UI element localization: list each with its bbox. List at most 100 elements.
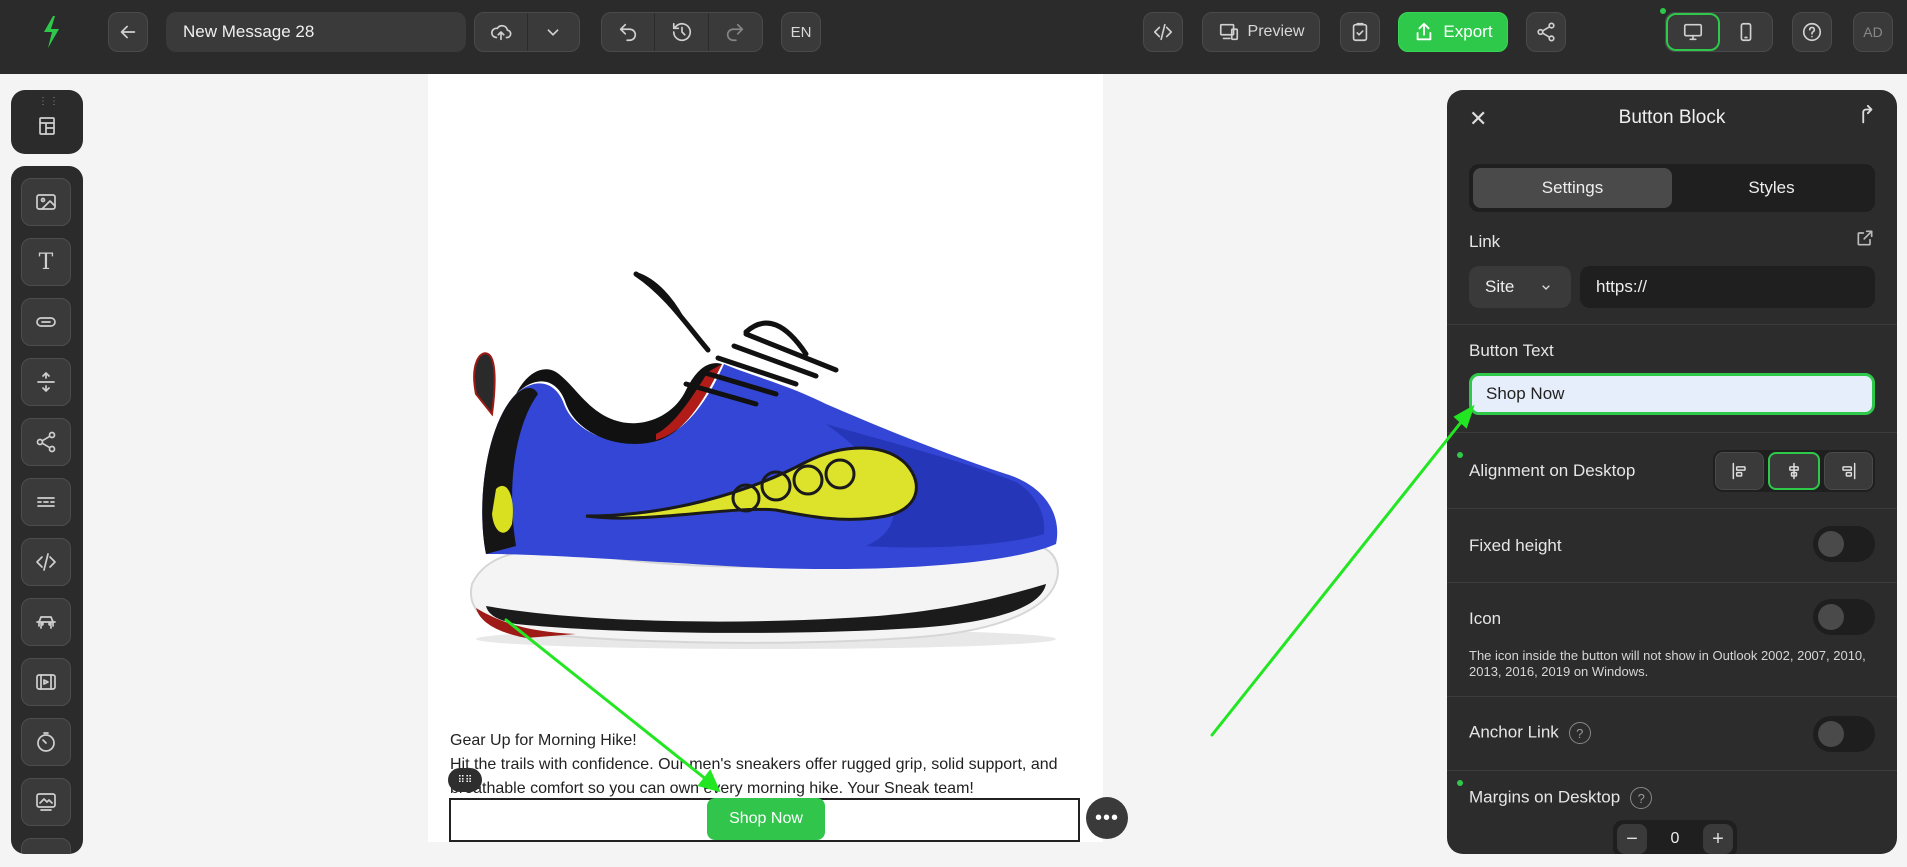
- cloud-upload-icon: [491, 24, 512, 41]
- timer-block-tool[interactable]: [21, 718, 71, 766]
- divider: [1447, 508, 1897, 509]
- divider: [1447, 324, 1897, 325]
- undock-panel-button[interactable]: [1855, 104, 1877, 132]
- banner-block-tool[interactable]: [21, 778, 71, 826]
- close-icon[interactable]: ✕: [1469, 106, 1487, 132]
- top-bar: New Message 28 EN Preview Export AD: [0, 0, 1907, 74]
- back-button[interactable]: [108, 12, 148, 52]
- alignment-selector: [1713, 450, 1875, 492]
- redo-button[interactable]: [709, 13, 762, 51]
- tab-styles[interactable]: Styles: [1672, 168, 1871, 208]
- button-text-input[interactable]: Shop Now: [1469, 373, 1875, 415]
- button-block-panel: ✕ Button Block Settings Styles Link Site…: [1447, 90, 1897, 854]
- block-drag-handle[interactable]: ⠿⠿: [448, 768, 482, 792]
- divider-block-tool[interactable]: [21, 478, 71, 526]
- structure-tool-button[interactable]: [25, 104, 69, 148]
- link-type-select[interactable]: Site: [1469, 266, 1571, 308]
- fixed-height-label: Fixed height: [1469, 536, 1562, 555]
- layout-tool-panel: ⋮⋮: [11, 90, 83, 154]
- margin-value[interactable]: 0: [1671, 830, 1680, 848]
- panel-title: Button Block: [1618, 107, 1726, 128]
- history-icon: [672, 22, 691, 42]
- app-logo-icon[interactable]: [36, 12, 66, 52]
- car-icon: [36, 616, 56, 629]
- product-image[interactable]: [446, 254, 1066, 654]
- email-body: Hit the trails with confidence. Our men'…: [450, 756, 1058, 797]
- export-label: Export: [1443, 22, 1493, 41]
- modified-dot: [1457, 452, 1463, 458]
- divider-icon: [37, 497, 55, 507]
- anchor-link-toggle[interactable]: [1813, 716, 1875, 752]
- version-history-button[interactable]: [655, 13, 709, 51]
- email-headline: Gear Up for Morning Hike!: [450, 732, 637, 749]
- panel-tabs: Settings Styles: [1469, 164, 1875, 212]
- divider: [1447, 770, 1897, 771]
- undo-button[interactable]: [602, 13, 656, 51]
- question-circle-icon: [1802, 22, 1822, 42]
- share-nodes-icon: [36, 431, 56, 453]
- mobile-view-button[interactable]: [1720, 13, 1772, 51]
- share-button[interactable]: [1526, 12, 1566, 52]
- chevron-down-icon: [548, 29, 559, 36]
- icon-toggle[interactable]: [1813, 599, 1875, 635]
- arrow-left-icon: [120, 25, 136, 39]
- spacer-block-tool[interactable]: [21, 358, 71, 406]
- text-block-tool[interactable]: T: [21, 238, 71, 286]
- html-block-tool[interactable]: [21, 538, 71, 586]
- video-block-tool[interactable]: [21, 658, 71, 706]
- block-more-options-button[interactable]: •••: [1086, 797, 1128, 839]
- button-block-tool[interactable]: [21, 298, 71, 346]
- increment-button[interactable]: +: [1703, 824, 1733, 854]
- link-url-input[interactable]: https://: [1580, 266, 1875, 308]
- desktop-view-button[interactable]: [1666, 13, 1720, 51]
- open-link-button[interactable]: [1855, 228, 1875, 253]
- button-icon: [36, 317, 56, 327]
- timer-icon: [37, 732, 55, 752]
- user-avatar[interactable]: AD: [1853, 12, 1893, 52]
- blue-running-shoe-image: [469, 271, 1060, 649]
- fixed-height-toggle[interactable]: [1813, 526, 1875, 562]
- save-options-dropdown[interactable]: [528, 13, 579, 51]
- preview-button[interactable]: Preview: [1202, 12, 1320, 52]
- align-left-button[interactable]: [1715, 452, 1765, 490]
- toggle-knob: [1818, 531, 1844, 557]
- test-checklist-button[interactable]: [1340, 12, 1380, 52]
- help-button[interactable]: [1792, 12, 1832, 52]
- email-canvas[interactable]: Gear Up for Morning Hike! Hit the trails…: [428, 74, 1103, 842]
- export-button[interactable]: Export: [1398, 12, 1508, 52]
- save-cloud-button[interactable]: [475, 13, 528, 51]
- language-button[interactable]: EN: [781, 12, 821, 52]
- modified-dot: [1457, 780, 1463, 786]
- social-block-tool[interactable]: [21, 418, 71, 466]
- anchor-link-row: Anchor Link?: [1469, 722, 1591, 744]
- align-left-icon: [1732, 462, 1746, 480]
- help-icon[interactable]: ?: [1568, 722, 1591, 744]
- clipboard-check-icon: [1352, 22, 1368, 42]
- message-title-field[interactable]: New Message 28: [166, 12, 466, 52]
- product-block-tool[interactable]: [21, 598, 71, 646]
- button-block-selected[interactable]: Shop Now: [449, 798, 1080, 842]
- drag-dots-icon: ⠿⠿: [457, 774, 473, 786]
- tab-settings[interactable]: Settings: [1473, 168, 1672, 208]
- margin-stepper: − 0 +: [1613, 820, 1737, 854]
- banner-image-icon: [36, 793, 56, 811]
- image-block-tool[interactable]: [21, 178, 71, 226]
- status-dot: [1660, 8, 1666, 14]
- help-icon[interactable]: ?: [1630, 787, 1653, 809]
- share-icon: [1537, 22, 1555, 42]
- export-upload-icon: [1417, 22, 1432, 41]
- amp-block-tool[interactable]: [21, 838, 71, 854]
- text-t-icon: T: [38, 249, 54, 275]
- shop-now-button[interactable]: Shop Now: [707, 798, 825, 840]
- icon-label: Icon: [1469, 609, 1502, 628]
- icon-outlook-note: The icon inside the button will not show…: [1469, 648, 1866, 679]
- decrement-button[interactable]: −: [1617, 824, 1647, 854]
- link-label: Link: [1469, 232, 1501, 251]
- code-view-button[interactable]: [1143, 12, 1183, 52]
- email-text-block[interactable]: Gear Up for Morning Hike! Hit the trails…: [450, 729, 1080, 801]
- align-center-button[interactable]: [1768, 452, 1820, 490]
- phone-icon: [1740, 22, 1752, 42]
- code-icon: [1153, 23, 1173, 41]
- align-right-button[interactable]: [1823, 452, 1873, 490]
- blocks-toolbar: T: [11, 166, 83, 854]
